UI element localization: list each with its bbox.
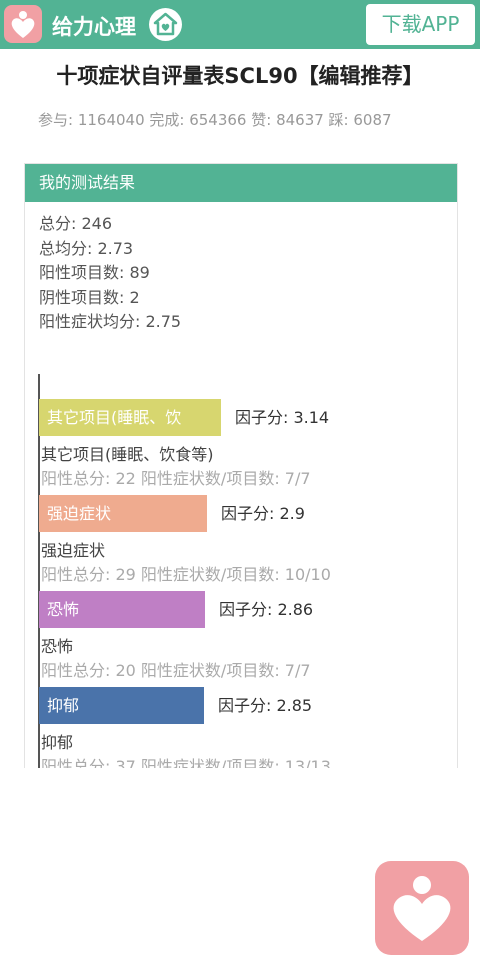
total-score: 总分: 246 (39, 214, 113, 233)
factor-row: 抑郁 因子分: 2.85 抑郁 阳性总分: 37 阳性症状数/项目数: 13/13 (39, 687, 457, 768)
factor-score: 因子分: 2.9 (221, 504, 305, 523)
factor-row: 恐怖 因子分: 2.86 恐怖 阳性总分: 20 阳性症状数/项目数: 7/7 (39, 591, 457, 687)
factor-bar: 抑郁 (39, 687, 204, 724)
factor-detail: 阳性总分: 29 阳性症状数/项目数: 10/10 (41, 565, 331, 584)
download-app-button[interactable]: 下载APP (366, 4, 475, 45)
home-icon[interactable] (149, 8, 182, 41)
factor-row: 其它项目(睡眠、饮 因子分: 3.14 其它项目(睡眠、饮食等) 阳性总分: 22 阳… (39, 399, 457, 495)
stats-line: 参与: 1164040 完成: 654366 赞: 84637 踩: 6087 (38, 111, 392, 129)
factor-score: 因子分: 3.14 (235, 408, 330, 427)
factor-bar: 恐怖 (39, 591, 205, 628)
factor-name: 其它项目(睡眠、饮食等) (41, 445, 214, 464)
factor-name: 强迫症状 (41, 541, 106, 560)
page-title: 十项症状自评量表SCL90【编辑推荐】 (56, 64, 424, 88)
top-bar: 给力心理 下载APP (0, 0, 480, 49)
app-name[interactable]: 给力心理 (52, 11, 136, 41)
result-summary: 总分: 246 总均分: 2.73 阳性项目数: 89 阴性项目数: 2 阳性症… (39, 212, 181, 335)
factor-detail: 阳性总分: 22 阳性症状数/项目数: 7/7 (41, 469, 311, 488)
factor-detail: 阳性总分: 37 阳性症状数/项目数: 13/13 (41, 757, 331, 768)
result-card: 我的测试结果 总分: 246 总均分: 2.73 阳性项目数: 89 阴性项目数… (24, 163, 458, 768)
factor-score: 因子分: 2.86 (219, 600, 314, 619)
app-logo-icon[interactable] (4, 5, 42, 43)
factor-score: 因子分: 2.85 (218, 696, 313, 715)
result-card-heading: 我的测试结果 (25, 164, 457, 202)
factor-bar: 强迫症状 (39, 495, 207, 532)
positive-average: 阳性症状均分: 2.75 (39, 312, 182, 331)
floating-logo-button[interactable] (375, 861, 469, 955)
factor-name: 抑郁 (41, 733, 74, 752)
factor-name: 恐怖 (41, 637, 74, 656)
negative-count: 阴性项目数: 2 (39, 287, 140, 307)
factor-bar: 其它项目(睡眠、饮 (39, 399, 221, 436)
total-average: 总均分: 2.73 (39, 238, 134, 258)
factor-row: 强迫症状 因子分: 2.9 强迫症状 阳性总分: 29 阳性症状数/项目数: 10/1… (39, 495, 457, 591)
positive-count: 阳性项目数: 89 (39, 263, 150, 282)
factor-detail: 阳性总分: 20 阳性症状数/项目数: 7/7 (41, 661, 311, 680)
